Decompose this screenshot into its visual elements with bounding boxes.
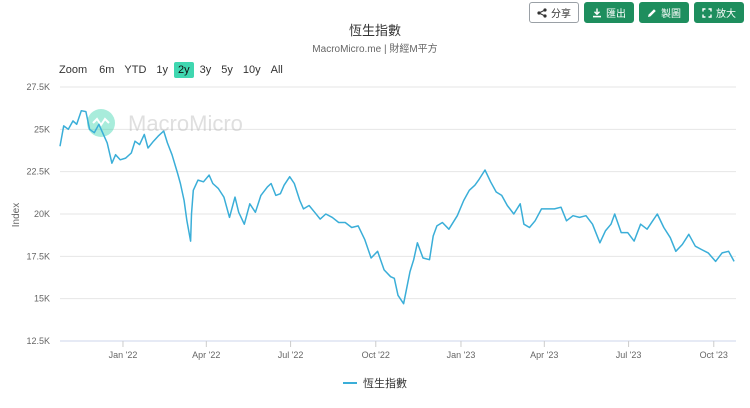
- line-chart[interactable]: 12.5K 15K 17.5K 20K 22.5K 25K 27.5K Jan '22 Apr…: [0, 0, 750, 408]
- y-tick-label: 17.5K: [26, 251, 50, 261]
- x-tick-label: Jan '23: [447, 350, 476, 360]
- x-tick-label: Jul '23: [616, 350, 642, 360]
- macromicro-logo-icon: [87, 109, 115, 137]
- x-tick-label: Oct '23: [700, 350, 728, 360]
- x-tick-label: Apr '22: [192, 350, 220, 360]
- watermark-text: MacroMicro: [128, 111, 243, 136]
- legend-swatch: [343, 382, 357, 384]
- y-tick-label: 27.5K: [26, 82, 50, 92]
- x-tick-label: Oct '22: [362, 350, 390, 360]
- legend[interactable]: 恆生指數: [0, 375, 750, 391]
- x-tick-label: Jan '22: [109, 350, 138, 360]
- y-tick-label: 15K: [34, 294, 50, 304]
- series-line-hsi[interactable]: [59, 109, 735, 305]
- x-axis-labels: Jan '22 Apr '22 Jul '22 Oct '22 Jan '23 Apr '…: [109, 341, 728, 360]
- legend-label: 恆生指數: [363, 378, 407, 390]
- y-tick-label: 25K: [34, 124, 50, 134]
- y-tick-label: 22.5K: [26, 167, 50, 177]
- y-axis-labels: 12.5K 15K 17.5K 20K 22.5K 25K 27.5K: [26, 82, 50, 346]
- x-tick-label: Jul '22: [278, 350, 304, 360]
- y-tick-label: 12.5K: [26, 336, 50, 346]
- y-axis-title: Index: [11, 203, 22, 227]
- y-tick-label: 20K: [34, 209, 50, 219]
- x-tick-label: Apr '23: [530, 350, 558, 360]
